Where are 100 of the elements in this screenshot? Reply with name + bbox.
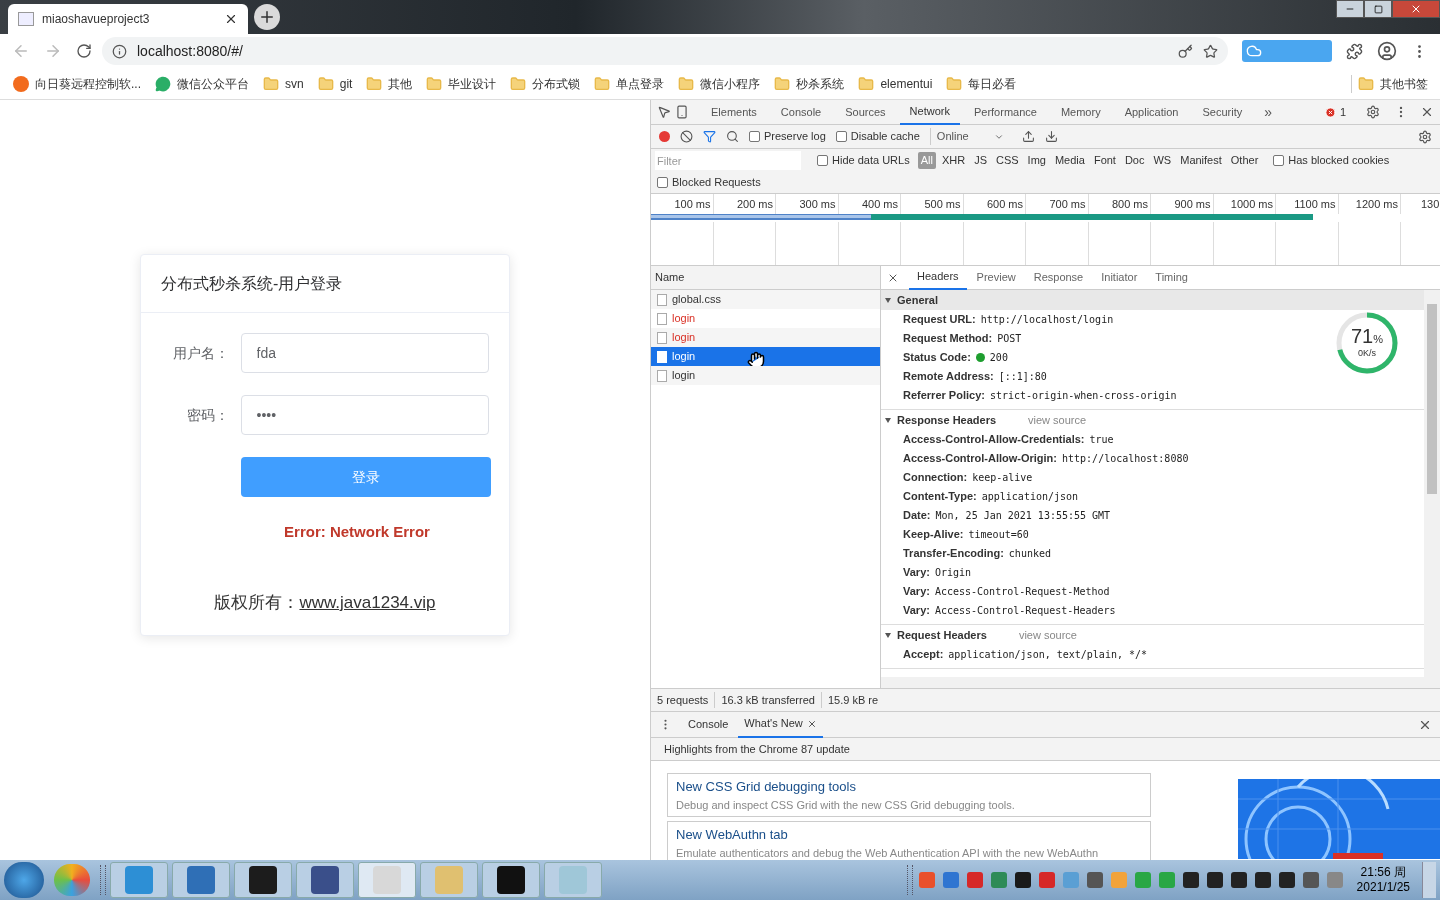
tray-icon[interactable] [1278, 872, 1295, 888]
filter-field[interactable]: Filter [655, 151, 801, 170]
request-row[interactable]: login [651, 347, 880, 366]
bookmark-link[interactable]: 毕业设计 [448, 74, 497, 93]
checkbox[interactable] [657, 177, 668, 188]
bookmark-link[interactable]: elementui [880, 74, 933, 93]
request-row[interactable]: login [651, 366, 880, 385]
clock-time: 21:56 周 [1360, 865, 1406, 880]
type-filter[interactable]: Doc [1121, 152, 1148, 169]
type-filter[interactable]: Img [1024, 152, 1049, 169]
devtools-tab[interactable]: Elements [701, 99, 767, 125]
filter-icon[interactable] [703, 130, 716, 143]
tray-icon[interactable] [1206, 872, 1223, 888]
devtools-tab[interactable]: Application [1114, 99, 1189, 125]
download-icon[interactable] [1044, 130, 1058, 143]
bookmark-link[interactable]: 向日葵远程控制软... [35, 74, 141, 93]
type-filter[interactable]: Manifest [1177, 152, 1225, 169]
bookmark-link[interactable]: 秒杀系统 [796, 74, 845, 93]
address-bar[interactable]: localhost:8080/#/ [102, 37, 1228, 65]
section-title[interactable]: Response Headers [897, 411, 997, 429]
start-button[interactable] [4, 862, 44, 898]
record-icon[interactable] [659, 131, 670, 142]
bookmark-link[interactable]: 每日必看 [968, 74, 1017, 93]
type-filter[interactable]: Other [1227, 152, 1262, 169]
disclosure-triangle-icon[interactable] [885, 417, 891, 423]
key-icon[interactable] [1178, 43, 1193, 59]
bookmark-link[interactable]: 其他书签 [1380, 74, 1428, 93]
type-filter[interactable]: Font [1090, 152, 1119, 169]
site-link[interactable]: www.java1234.vip [299, 589, 436, 615]
taskbar-app-button[interactable] [482, 862, 540, 898]
request-row[interactable]: global.css [651, 290, 880, 309]
bookmark-link[interactable]: 微信小程序 [700, 74, 761, 93]
bookmark-link[interactable]: svn [285, 74, 304, 93]
devtools-tab[interactable]: Sources [835, 99, 896, 125]
checkbox[interactable] [1273, 155, 1285, 166]
bookmark-link[interactable]: 其他 [388, 74, 413, 93]
bookmark-link[interactable]: 微信公众平台 [177, 74, 249, 93]
tray-icon[interactable] [1086, 872, 1103, 888]
close-icon[interactable] [1420, 105, 1434, 119]
upload-icon[interactable] [1021, 130, 1035, 143]
devtools-tab[interactable]: Memory [1050, 99, 1111, 125]
detail-tab[interactable]: Preview [968, 265, 1024, 290]
detail-tab[interactable]: Initiator [1093, 265, 1146, 290]
settings-icon[interactable] [1366, 105, 1380, 119]
type-filter[interactable]: JS [971, 152, 990, 169]
clear-icon[interactable] [680, 130, 693, 143]
devtools-tab[interactable]: Performance [963, 99, 1047, 125]
new-tab-button[interactable] [254, 4, 280, 30]
maximize-button[interactable] [1364, 0, 1392, 18]
disclosure-triangle-icon[interactable] [885, 297, 891, 303]
error-count[interactable]: 1 [1339, 103, 1356, 121]
profile-icon[interactable] [1377, 41, 1397, 61]
bookmark-link[interactable]: 单点登录 [616, 74, 665, 93]
drawer-tab[interactable]: Console [682, 711, 735, 738]
bookmark-link[interactable]: git [339, 74, 353, 93]
reload-icon[interactable] [76, 43, 92, 59]
device-icon[interactable] [675, 105, 689, 119]
section-title[interactable]: General [897, 291, 938, 309]
type-filter[interactable]: WS [1150, 152, 1175, 169]
disclosure-triangle-icon[interactable] [885, 632, 891, 638]
browser-tab[interactable]: miaoshavueproject3 [8, 4, 248, 34]
close-icon[interactable] [224, 12, 238, 26]
throttle-select[interactable]: Online [929, 128, 1004, 145]
devtools-tab[interactable]: Console [770, 99, 832, 125]
star-icon[interactable] [1203, 43, 1218, 59]
section-title[interactable]: Request Headers [897, 626, 987, 644]
feature-card[interactable]: New CSS Grid debugging tools Debug and inspect CSS Grid with the new CSS Grid debugging tools. [667, 773, 1151, 817]
type-filter[interactable]: CSS [992, 152, 1022, 169]
tray-icon[interactable] [1182, 872, 1199, 888]
checkbox-label: Has blocked cookies [1288, 153, 1390, 169]
close-icon[interactable] [806, 718, 817, 729]
type-filter[interactable]: Media [1051, 152, 1088, 169]
tray-icon[interactable] [1302, 872, 1319, 888]
text-field[interactable]: •••• [240, 395, 489, 435]
search-icon[interactable] [726, 130, 739, 143]
view-source-link[interactable]: view source [1028, 411, 1087, 429]
tray-icon[interactable] [1014, 872, 1031, 888]
taskbar-app-button[interactable] [296, 862, 354, 898]
checkbox[interactable] [817, 155, 828, 166]
request-row[interactable]: login [651, 328, 880, 347]
tray-icon[interactable] [1230, 872, 1247, 888]
devtools-tab[interactable]: Security [1192, 99, 1253, 125]
checkbox[interactable] [835, 131, 847, 142]
settings-icon[interactable] [1418, 129, 1432, 144]
tray-icon[interactable] [1254, 872, 1271, 888]
checkbox[interactable] [749, 131, 760, 142]
more-tabs[interactable]: » [1256, 101, 1280, 123]
plus-icon [258, 8, 276, 26]
info-icon[interactable] [112, 43, 127, 59]
taskbar-app-button[interactable] [234, 862, 292, 898]
bookmark-link[interactable]: 分布式锁 [532, 74, 581, 93]
extensions-icon[interactable] [1346, 42, 1363, 60]
detail-tab[interactable]: Timing [1147, 265, 1196, 290]
type-filter[interactable]: XHR [938, 152, 969, 169]
detail-tab[interactable]: Response [1025, 265, 1092, 290]
text-field[interactable]: fda [240, 333, 489, 373]
inspect-icon[interactable] [657, 105, 671, 119]
view-source-link[interactable]: view source [1018, 626, 1077, 644]
minimize-button[interactable] [1336, 0, 1364, 18]
header-value: timeout=60 [968, 528, 1029, 542]
